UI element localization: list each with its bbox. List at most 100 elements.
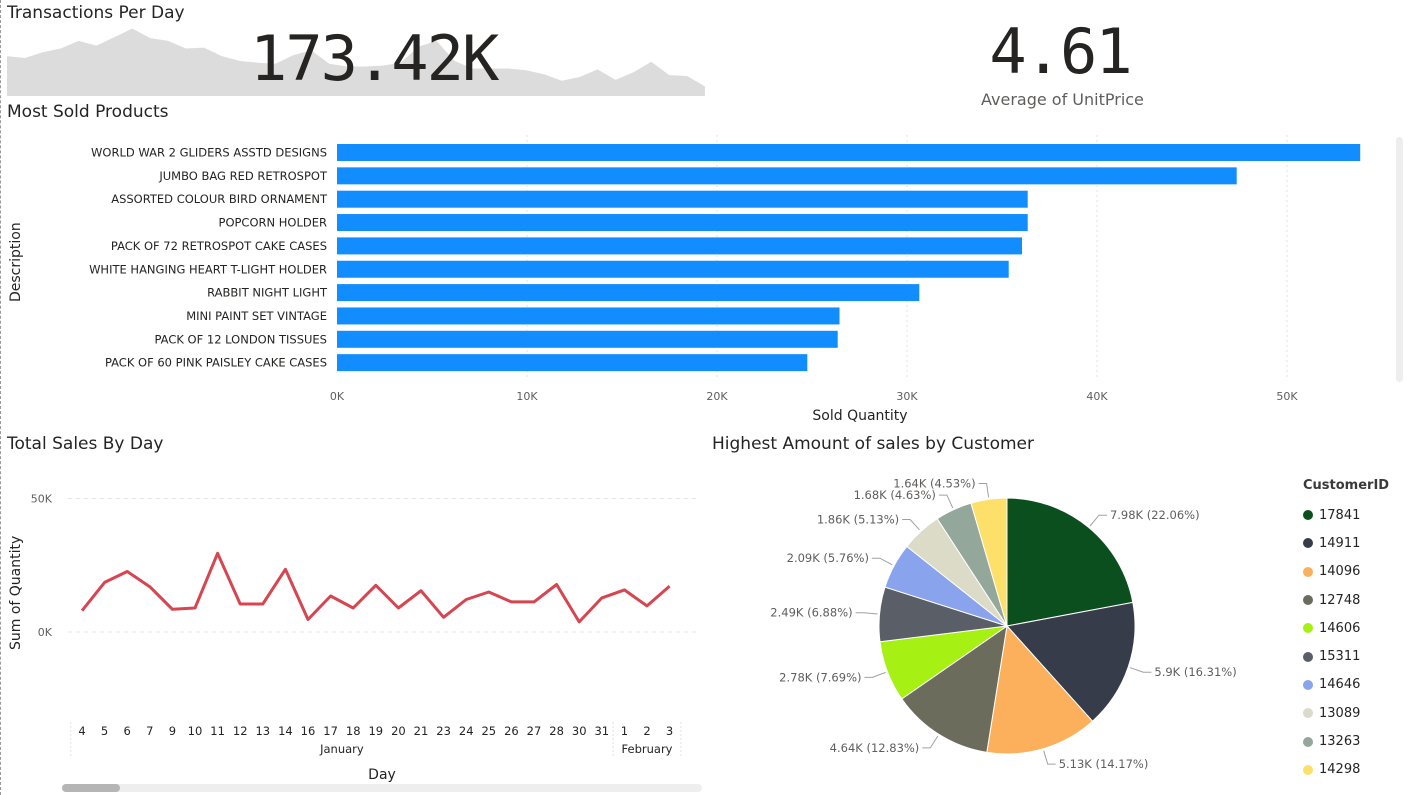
pie-data-label: 1.64K (4.53%) [893, 476, 975, 490]
sales-y-tick-label: 50K [31, 493, 53, 506]
legend-swatch [1303, 510, 1313, 521]
pie-leader-line [938, 494, 954, 509]
product-bar[interactable] [337, 354, 808, 372]
sales-x-tick-label: 24 [459, 724, 474, 738]
legend-item[interactable]: 14096 [1303, 558, 1413, 586]
sales-x-tick-label: 10 [188, 724, 203, 738]
pie-leader-line [978, 483, 990, 498]
sales-x-tick-label: 30 [572, 724, 587, 738]
sales-x-tick-label: 19 [368, 724, 383, 738]
products-x-tick-label: 40K [1086, 390, 1108, 403]
sales-x-tick-label: 13 [255, 724, 270, 738]
pie-leader-line [902, 519, 920, 531]
customer-chart-title: Highest Amount of sales by Customer [712, 434, 1035, 454]
products-vertical-scrollbar[interactable] [1396, 137, 1403, 382]
legend-swatch [1303, 623, 1313, 634]
legend-label: 13263 [1319, 734, 1361, 750]
customer-pie-chart: 7.98K (22.06%) 5.9K (16.31%) 5.13K (14.17%… [770, 476, 1236, 771]
product-category-label: POPCORN HOLDER [219, 216, 327, 230]
legend-swatch [1303, 736, 1313, 747]
legend-swatch [1303, 651, 1313, 662]
product-bar[interactable] [337, 167, 1237, 185]
legend-item[interactable]: 14911 [1303, 529, 1413, 557]
legend-label: 14298 [1319, 762, 1361, 778]
sales-x-tick-label: 23 [436, 724, 451, 738]
legend-item[interactable]: 15311 [1303, 642, 1413, 670]
pie-data-label: 4.64K (12.83%) [830, 741, 920, 755]
unitprice-label: Average of UnitPrice [981, 90, 1144, 109]
sales-chart-title: Total Sales By Day [7, 434, 164, 454]
sales-x-tick-label: 21 [414, 724, 429, 738]
product-category-label: MINI PAINT SET VINTAGE [186, 309, 327, 323]
legend-swatch [1303, 708, 1313, 719]
pie-data-label: 5.13K (14.17%) [1059, 757, 1149, 771]
legend-item[interactable]: 14298 [1303, 756, 1413, 784]
sales-line[interactable] [80, 551, 671, 624]
product-category-label: PACK OF 12 LONDON TISSUES [154, 332, 327, 346]
legend-item[interactable]: 12748 [1303, 586, 1413, 614]
products-bar-chart: 0K 10K 20K 30K 40K 50K WORLD WAR 2 GLIDERS ASS… [89, 135, 1361, 403]
product-category-label: WHITE HANGING HEART T-LIGHT HOLDER [89, 262, 327, 276]
sales-x-tick-label: 1 [621, 724, 628, 738]
legend-label: 15311 [1319, 649, 1361, 665]
legend-title: CustomerID [1303, 478, 1390, 493]
sales-x-tick-label: 17 [323, 724, 338, 738]
legend-label: 14911 [1319, 535, 1361, 551]
pie-data-label: 5.9K (16.31%) [1154, 665, 1236, 679]
sales-x-tick-label: 25 [481, 724, 496, 738]
products-y-axis-title: Description [8, 222, 24, 302]
product-bar[interactable] [337, 307, 840, 325]
product-bar[interactable] [337, 190, 1028, 208]
legend-label: 14096 [1319, 564, 1361, 580]
legend-swatch [1303, 679, 1313, 690]
sales-x-tick-label: 28 [549, 724, 564, 738]
pie-leader-line [922, 735, 939, 749]
pie-leader-line [855, 612, 878, 615]
sales-horizontal-scrollbar[interactable] [62, 784, 702, 792]
sales-scrollbar-thumb[interactable] [62, 784, 120, 792]
sales-x-tick-label: 12 [233, 724, 248, 738]
pie-leader-line [1043, 750, 1056, 765]
sales-x-tick-label: 2 [643, 724, 650, 738]
products-x-tick-label: 20K [706, 390, 728, 403]
legend-swatch [1303, 538, 1313, 549]
product-bar[interactable] [337, 284, 920, 302]
legend-swatch [1303, 595, 1313, 606]
sales-line-chart: 0K50K4 5 6 7 9 10 11 12 13 14 16 17 18 19 20 21 23 24 25 26… [31, 493, 700, 758]
products-x-tick-label: 10K [516, 390, 538, 403]
legend-item[interactable]: 13089 [1303, 699, 1413, 727]
legend-item[interactable]: 14646 [1303, 671, 1413, 699]
sales-x-tick-label: 7 [146, 724, 153, 738]
legend-label: 14606 [1319, 620, 1361, 636]
sales-y-axis-title: Sum of Quantity [8, 535, 24, 650]
pie-leader-line [871, 557, 893, 566]
unitprice-value: 4.61 [989, 15, 1132, 88]
product-bar[interactable] [337, 237, 1022, 255]
product-category-label: PACK OF 72 RETROSPOT CAKE CASES [111, 239, 327, 253]
pie-data-label: 2.49K (6.88%) [770, 606, 852, 620]
sales-x-tick-label: 26 [504, 724, 519, 738]
legend-label: 17841 [1319, 507, 1361, 523]
sales-x-tick-label: 20 [391, 724, 406, 738]
products-x-tick-label: 50K [1276, 390, 1298, 403]
product-bar[interactable] [337, 260, 1009, 278]
pie-data-label: 7.98K (22.06%) [1110, 508, 1200, 522]
legend-item[interactable]: 14606 [1303, 614, 1413, 642]
legend-swatch [1303, 566, 1313, 577]
month-label: February [622, 742, 673, 756]
product-bar[interactable] [337, 214, 1028, 232]
legend-label: 13089 [1319, 705, 1361, 721]
products-x-tick-label: 0K [330, 390, 345, 403]
sales-x-tick-label: 11 [210, 724, 225, 738]
sales-x-tick-label: 31 [594, 724, 609, 738]
legend-label: 12748 [1319, 592, 1361, 608]
product-category-label: ASSORTED COLOUR BIRD ORNAMENT [111, 192, 328, 206]
product-category-label: PACK OF 60 PINK PAISLEY CAKE CASES [105, 356, 327, 370]
product-category-label: JUMBO BAG RED RETROSPOT [158, 169, 328, 183]
product-bar[interactable] [337, 144, 1361, 161]
sales-y-tick-label: 0K [38, 626, 53, 639]
legend-item[interactable]: 13263 [1303, 727, 1413, 755]
product-bar[interactable] [337, 330, 838, 348]
sales-x-tick-label: 16 [301, 724, 316, 738]
legend-item[interactable]: 17841 [1303, 501, 1413, 529]
